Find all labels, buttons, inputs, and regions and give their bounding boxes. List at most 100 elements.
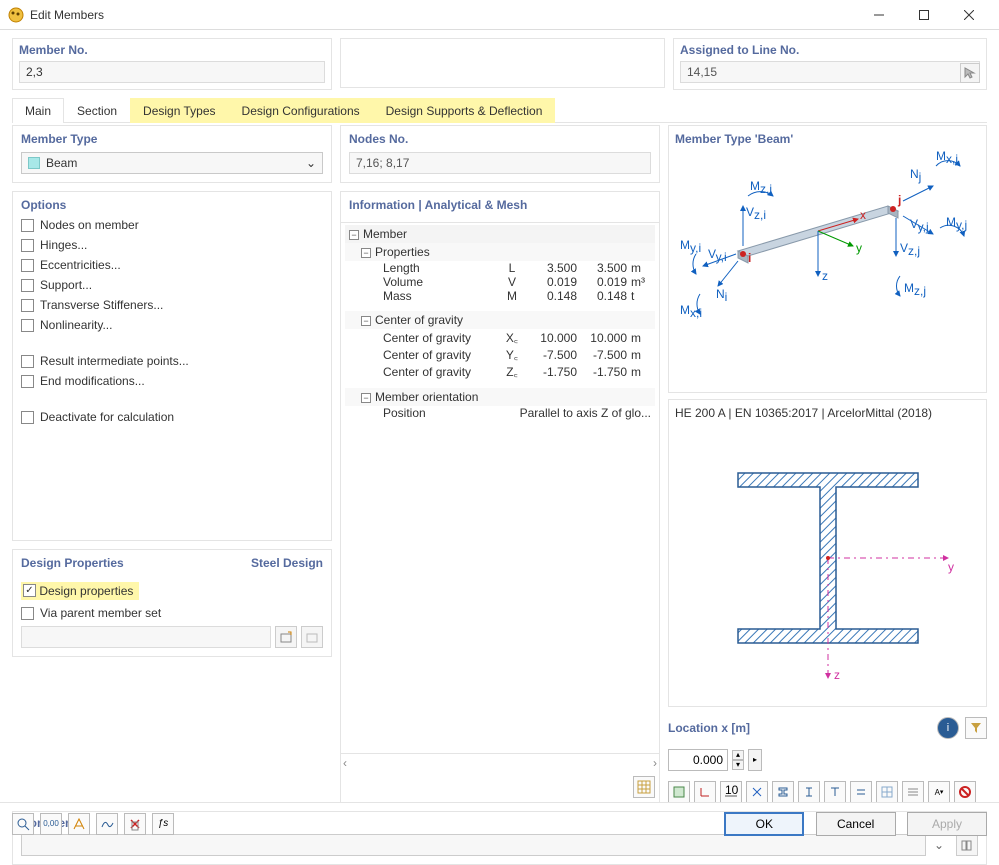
new-icon — [280, 631, 292, 643]
maximize-button[interactable] — [901, 1, 946, 29]
tree-member: Member — [363, 227, 407, 241]
new-set-button[interactable] — [275, 626, 297, 648]
member-type-panel: Member Type Beam ⌄ — [12, 125, 332, 183]
nodes-no-panel: Nodes No. 7,16; 8,17 — [340, 125, 660, 183]
location-input[interactable] — [668, 749, 728, 771]
option-transverse[interactable]: Transverse Stiffeners... — [21, 298, 323, 312]
tree-cog: Center of gravity — [375, 313, 463, 327]
tb-grid[interactable] — [876, 781, 898, 803]
svg-text:Vz,i: Vz,i — [746, 205, 766, 222]
option-support[interactable]: Support... — [21, 278, 323, 292]
svg-text:y: y — [856, 241, 862, 255]
beam-color-icon — [28, 157, 40, 169]
units-button[interactable]: 0,00 — [40, 813, 62, 835]
option-nodes-on-member[interactable]: Nodes on member — [21, 218, 323, 232]
location-play[interactable]: ▸ — [748, 749, 762, 771]
tb-text-dd[interactable]: A▾ — [928, 781, 950, 803]
collapse-icon[interactable]: − — [361, 248, 371, 258]
tab-design-supports[interactable]: Design Supports & Deflection — [373, 98, 556, 123]
function-button[interactable]: ƒs — [152, 813, 174, 835]
collapse-icon[interactable]: − — [361, 393, 371, 403]
minimize-button[interactable] — [856, 1, 901, 29]
location-up[interactable]: ▴ — [732, 750, 744, 760]
magnifier-icon — [16, 817, 30, 831]
member-type-value: Beam — [46, 156, 77, 170]
scroll-left-icon[interactable]: ‹ — [343, 756, 347, 770]
svg-text:j: j — [897, 193, 901, 207]
pick-line-button[interactable] — [960, 63, 980, 83]
option-result-intermediate[interactable]: Result intermediate points... — [21, 354, 323, 368]
tb-section-1[interactable] — [772, 781, 794, 803]
svg-text:x: x — [860, 208, 866, 222]
tree-orient: Member orientation — [375, 390, 478, 404]
design-properties-label: Design Properties — [21, 556, 124, 570]
section-image: y z — [673, 424, 982, 702]
tabstrip: Main Section Design Types Design Configu… — [12, 98, 987, 123]
tb-section-2[interactable] — [798, 781, 820, 803]
edit-icon — [306, 631, 318, 643]
delete-button[interactable] — [124, 813, 146, 835]
options-panel: Options Nodes on member Hinges... Eccent… — [12, 191, 332, 541]
cancel-button[interactable]: Cancel — [816, 812, 896, 836]
section-preview-panel: HE 200 A | EN 10365:2017 | ArcelorMittal… — [668, 399, 987, 707]
member-type-select[interactable]: Beam ⌄ — [21, 152, 323, 174]
grid-icon — [637, 780, 651, 794]
tb-axes[interactable] — [694, 781, 716, 803]
section-toolbar: 100 A▾ — [668, 781, 987, 803]
svg-text:My,i: My,i — [680, 238, 701, 255]
tb-values[interactable] — [902, 781, 924, 803]
ok-button[interactable]: OK — [724, 812, 804, 836]
tab-section[interactable]: Section — [64, 98, 130, 123]
tb-stress[interactable] — [668, 781, 690, 803]
close-button[interactable] — [946, 1, 991, 29]
svg-text:My,j: My,j — [946, 215, 967, 232]
svg-text:Nj: Nj — [910, 167, 921, 184]
tab-main[interactable]: Main — [12, 98, 64, 123]
tb-section-4[interactable] — [850, 781, 872, 803]
tb-principal[interactable] — [746, 781, 768, 803]
svg-text:Mx,i: Mx,i — [680, 303, 702, 320]
collapse-icon[interactable]: − — [361, 316, 371, 326]
member-type-label: Member Type — [21, 132, 323, 146]
collapse-icon[interactable]: − — [349, 230, 359, 240]
option-design-properties[interactable]: Design properties — [21, 582, 139, 600]
tb-dim[interactable]: 100 — [720, 781, 742, 803]
option-hinges[interactable]: Hinges... — [21, 238, 323, 252]
bottom-bar: 0,00 ƒs OK Cancel Apply — [0, 802, 999, 844]
tb-delete[interactable] — [954, 781, 976, 803]
help-button[interactable] — [12, 813, 34, 835]
member-no-input[interactable] — [19, 61, 325, 83]
parent-set-field — [21, 626, 271, 648]
option-deactivate[interactable]: Deactivate for calculation — [21, 410, 323, 424]
section-label: HE 200 A | EN 10365:2017 | ArcelorMittal… — [673, 404, 982, 424]
svg-text:Ni: Ni — [716, 287, 727, 304]
filter-icon-button[interactable] — [965, 717, 987, 739]
option-via-parent[interactable]: Via parent member set — [21, 606, 323, 620]
info-button[interactable]: i — [937, 717, 959, 739]
tab-design-configurations[interactable]: Design Configurations — [229, 98, 373, 123]
option-eccentricities[interactable]: Eccentricities... — [21, 258, 323, 272]
info-panel: Information | Analytical & Mesh −Member … — [340, 191, 660, 803]
scroll-right-icon[interactable]: › — [653, 756, 657, 770]
delete-icon — [128, 817, 142, 831]
member-no-box: Member No. — [12, 38, 332, 90]
svg-text:i: i — [748, 251, 751, 265]
beam-preview-label: Member Type 'Beam' — [675, 132, 980, 146]
steel-design-label: Steel Design — [251, 556, 323, 570]
svg-text:z: z — [822, 269, 828, 283]
location-down[interactable]: ▾ — [732, 760, 744, 770]
option-nonlinearity[interactable]: Nonlinearity... — [21, 318, 323, 332]
app-icon — [8, 7, 24, 23]
table-settings-button[interactable] — [633, 776, 655, 798]
assigned-value: 14,15 — [680, 61, 980, 83]
model-button[interactable] — [68, 813, 90, 835]
tab-design-types[interactable]: Design Types — [130, 98, 229, 123]
options-label: Options — [21, 198, 323, 212]
option-end-modifications[interactable]: End modifications... — [21, 374, 323, 388]
edit-set-button[interactable] — [301, 626, 323, 648]
render-button[interactable] — [96, 813, 118, 835]
svg-text:Vy,i: Vy,i — [708, 247, 727, 264]
nodes-no-value: 7,16; 8,17 — [349, 152, 651, 174]
tb-section-3[interactable] — [824, 781, 846, 803]
svg-text:Mz,j: Mz,j — [904, 281, 926, 298]
